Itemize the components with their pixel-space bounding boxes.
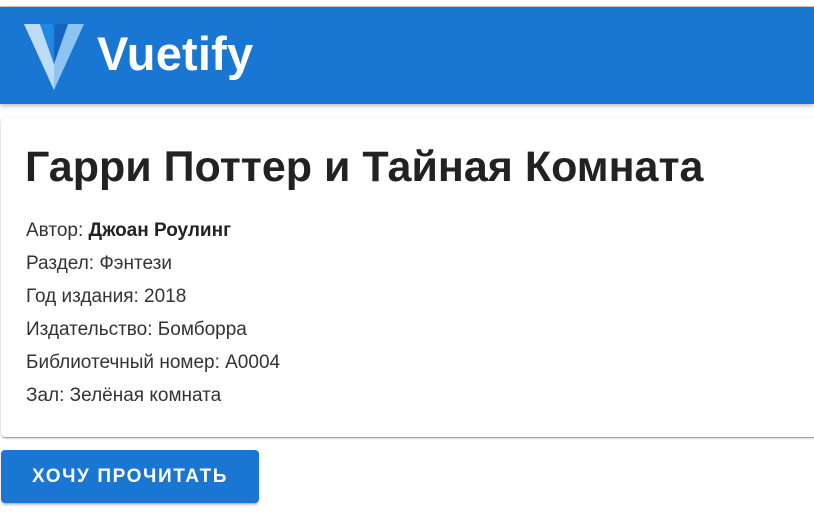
book-author-row: Автор: Джоан Роулинг xyxy=(26,219,231,243)
vuetify-logo-icon[interactable] xyxy=(22,20,86,90)
author-label: Автор: xyxy=(26,220,89,241)
book-publisher: Издательство: Бомборра xyxy=(26,319,247,340)
book-library-number: Библиотечный номер: A0004 xyxy=(26,352,281,373)
book-section: Раздел: Фэнтези xyxy=(26,253,172,274)
book-year: Год издания: 2018 xyxy=(26,286,187,307)
app-bar: Vuetify xyxy=(0,7,814,104)
page: Vuetify Гарри Поттер и Тайная Комната Ав… xyxy=(0,0,814,529)
window-top-edge xyxy=(0,0,814,7)
app-brand-title[interactable]: Vuetify xyxy=(97,27,253,81)
want-to-read-button[interactable]: Хочу прочитать xyxy=(1,450,259,503)
book-hall: Зал: Зелёная комната xyxy=(26,385,222,406)
author-name: Джоан Роулинг xyxy=(88,220,232,241)
book-title: Гарри Поттер и Тайная Комната xyxy=(25,143,704,191)
